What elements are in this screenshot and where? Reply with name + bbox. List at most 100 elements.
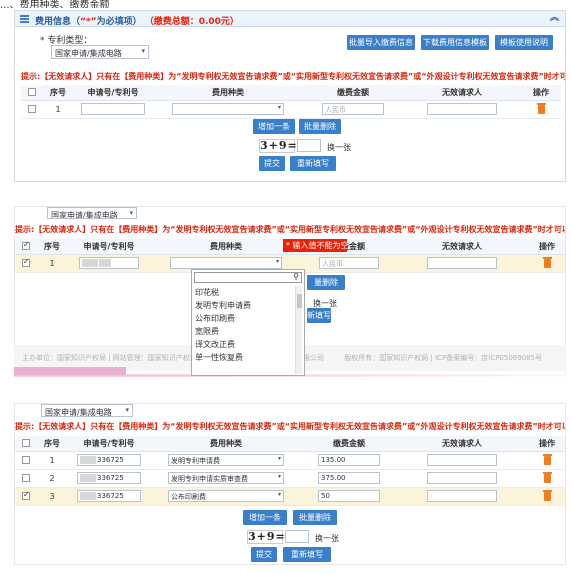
warning-text: 提示:【无效请求人】只有在【费用种类】为“发明专利权无效宣告请求费”或“实用新型… xyxy=(21,72,566,81)
template-help-button[interactable]: 模板使用说明 xyxy=(495,35,553,50)
submit-button[interactable]: 提交 xyxy=(259,156,285,171)
table-row: 1 336725 发明专利申请费 ▾ 135.00 xyxy=(15,451,565,470)
column-header: 无效请求人 xyxy=(403,85,521,101)
chevron-down-icon: ▾ xyxy=(141,47,145,55)
redacted-value xyxy=(80,492,96,500)
chevron-down-icon: ▾ xyxy=(277,455,281,462)
column-header: 操作 xyxy=(527,239,565,255)
add-row-button[interactable]: 增加一条 xyxy=(243,510,287,525)
batch-delete-button[interactable]: 批量删除 xyxy=(293,510,337,525)
footer-right: 版权所有：国家知识产权局 | ICP备案编号：京ICP05069085号 xyxy=(344,354,543,362)
patent-type-select[interactable]: 国家申请/集成电路 ▾ xyxy=(51,45,149,59)
column-header: 无效请求人 xyxy=(397,239,527,255)
requester-input[interactable] xyxy=(427,472,497,484)
add-row-button[interactable]: 增加一条 xyxy=(253,119,295,134)
redacted-value xyxy=(80,456,96,464)
row-index: 1 xyxy=(43,100,73,119)
app-no-input[interactable]: 336725 xyxy=(77,454,141,466)
dropdown-option[interactable]: 公布印刷费 xyxy=(194,312,294,325)
reset-button[interactable]: 重新填写 xyxy=(283,547,331,562)
amount-input[interactable]: 人民币 xyxy=(322,103,384,115)
requester-input[interactable] xyxy=(427,490,497,502)
collapse-icon[interactable]: ︽ xyxy=(550,14,559,23)
row-checkbox[interactable] xyxy=(28,105,36,113)
requester-input[interactable] xyxy=(427,257,497,269)
batch-import-button[interactable]: 批量导入缴费信息 xyxy=(347,35,415,50)
app-no-input[interactable] xyxy=(79,257,139,269)
column-header: 序号 xyxy=(43,85,73,101)
dropdown-option[interactable]: 发明专利申请费 xyxy=(194,299,294,312)
select-all-checkbox[interactable] xyxy=(22,439,30,448)
column-header: 序号 xyxy=(37,239,67,255)
app-no-input[interactable]: 336725 xyxy=(77,472,141,484)
table-row: 2 336725 发明专利申请实质审查费 ▾ 375.00 xyxy=(15,469,565,488)
patent-type-select[interactable]: 国家申请/集成电路 ▾ xyxy=(41,404,133,417)
trash-icon[interactable] xyxy=(542,471,552,483)
refresh-captcha-link[interactable]: 换一张 xyxy=(327,142,351,153)
chevron-down-icon: ▾ xyxy=(277,104,281,111)
amount-input[interactable]: 375.00 xyxy=(318,472,380,484)
footer-left: 主办单位：国家知识产权局 | 网站管理：国家知识产权局 xyxy=(22,354,197,362)
submit-button[interactable]: 提交 xyxy=(251,547,277,562)
warning-text: 提示:【无效请求人】只有在【费用种类】为“发明专利权无效宣告请求费”或“实用新型… xyxy=(15,225,566,234)
row-checkbox[interactable] xyxy=(22,257,30,267)
dropdown-option[interactable]: 印花税 xyxy=(194,286,294,299)
dropdown-option[interactable]: 宽限费 xyxy=(194,325,294,338)
fee-table: 序号 申请号/专利号 费用种类 缴费金额 无效请求人 操作 1 ▾ 人民币 xyxy=(21,85,561,119)
row-checkbox[interactable] xyxy=(22,490,30,500)
download-template-button[interactable]: 下载费用信息模板 xyxy=(421,35,489,50)
reset-button[interactable]: 新填写 xyxy=(307,308,331,323)
row-checkbox[interactable] xyxy=(22,456,30,464)
batch-delete-button[interactable]: 量删除 xyxy=(307,275,345,290)
requester-input[interactable] xyxy=(427,103,497,115)
fee-type-select[interactable]: 公布印刷费 ▾ xyxy=(168,490,284,502)
trash-icon[interactable] xyxy=(542,256,552,268)
column-header: 操作 xyxy=(521,85,561,101)
batch-delete-button[interactable]: 批量删除 xyxy=(299,119,341,134)
column-header: 申请号/专利号 xyxy=(67,239,151,255)
chevron-down-icon: ▾ xyxy=(275,258,279,265)
row-checkbox[interactable] xyxy=(22,474,30,482)
fee-info-panel: 费用信息（“*”为必填项） （缴费总额：0.00元） ︽ * 专利类型： 国家申… xyxy=(14,10,566,182)
fee-type-select[interactable]: 发明专利申请费 ▾ xyxy=(168,454,284,466)
fee-table: 序号 申请号/专利号 费用种类 缴费金额 无效请求人 操作 1 336725 发… xyxy=(15,436,565,506)
dropdown-option[interactable]: 译文改正费 xyxy=(194,338,294,351)
column-header: 费用种类 xyxy=(151,436,301,452)
refresh-captcha-link[interactable]: 换一张 xyxy=(315,533,339,544)
column-header: 无效请求人 xyxy=(397,436,527,452)
warning-text: 提示:【无效请求人】只有在【费用种类】为“发明专利权无效宣告请求费”或“实用新型… xyxy=(15,422,566,431)
column-header: 序号 xyxy=(37,436,67,452)
amount-input[interactable]: 人民币 xyxy=(319,257,379,269)
captcha-input[interactable] xyxy=(285,530,309,543)
panel-header: 费用信息（“*”为必填项） （缴费总额：0.00元） ︽ xyxy=(15,11,565,27)
fee-type-select[interactable]: ▾ xyxy=(172,103,284,115)
trash-icon[interactable] xyxy=(542,489,552,501)
validation-tooltip: * 输入值不能为空 xyxy=(283,239,349,252)
select-all-checkbox[interactable] xyxy=(22,240,30,251)
app-no-input[interactable]: 336725 xyxy=(77,490,141,502)
total-amount: （缴费总额：0.00元） xyxy=(144,17,239,27)
panel-title: 费用信息（“*”为必填项） （缴费总额：0.00元） xyxy=(35,17,239,27)
dropdown-scrollbar[interactable] xyxy=(295,286,302,374)
scrollbar-thumb[interactable] xyxy=(297,294,302,308)
search-icon: ⚲ xyxy=(293,272,299,281)
captcha-input[interactable] xyxy=(297,139,321,152)
column-header: 缴费金额 xyxy=(301,436,397,452)
amount-input[interactable]: 50 xyxy=(318,490,380,502)
dropdown-search-input[interactable]: ⚲ xyxy=(194,272,302,283)
redacted-value xyxy=(82,259,98,267)
reset-button[interactable]: 重新填写 xyxy=(290,156,336,171)
amount-input[interactable]: 135.00 xyxy=(318,454,380,466)
chevron-down-icon: ▾ xyxy=(125,406,129,414)
trash-icon[interactable] xyxy=(536,102,546,114)
patent-type-select[interactable]: 国家申请/集成电路 ▾ xyxy=(47,207,137,219)
dropdown-option[interactable]: 单一性恢复费 xyxy=(194,351,294,364)
row-index: 3 xyxy=(37,487,67,506)
row-index: 2 xyxy=(37,469,67,488)
fee-type-select[interactable]: ▾ xyxy=(170,257,282,269)
trash-icon[interactable] xyxy=(542,453,552,465)
requester-input[interactable] xyxy=(427,454,497,466)
fee-type-select[interactable]: 发明专利申请实质审查费 ▾ xyxy=(168,472,284,484)
app-no-input[interactable] xyxy=(81,103,145,115)
select-all-checkbox[interactable] xyxy=(28,88,36,97)
